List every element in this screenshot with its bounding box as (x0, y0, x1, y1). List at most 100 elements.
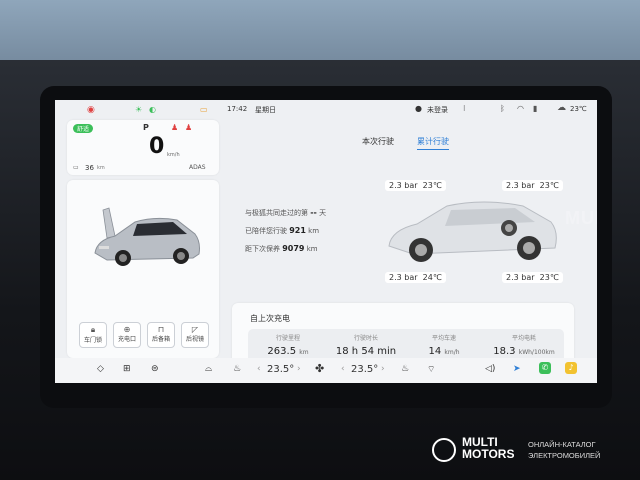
status-bar: ◉ ☀ ◐ ▭ 17:42 星期日 ● 未登录 ⁝ ᛒ ◠ ▮ ☁ 23℃ (55, 100, 597, 120)
temp-right-down-icon[interactable]: ‹ (341, 364, 345, 374)
volume-icon[interactable]: ◁) (485, 364, 495, 374)
seat-heat-left-icon[interactable]: ♨ (233, 364, 241, 374)
tire-front-right-pressure: 2.3 bar (389, 273, 418, 282)
tire-front-right-temp: 24℃ (422, 273, 442, 282)
brand-caption-text: ОНЛАЙН-КАТАЛОГ ЭЛЕКТРОМОБИЛЕЙ (528, 439, 600, 461)
tire-front-right: 2.3 bar 24℃ (385, 272, 446, 283)
tire-rear-right-temp: 23℃ (539, 273, 559, 282)
stat-avg-speed-unit: km/h (444, 349, 460, 356)
temp-left-up-icon[interactable]: › (297, 364, 301, 374)
passenger-seatbelt-icon: ♟ (185, 123, 193, 132)
brand-name-line2: MOTORS (462, 447, 515, 461)
drive-mode-badge[interactable]: 舒适 (73, 124, 94, 133)
charge-port-label: 充电口 (117, 336, 136, 343)
companion-maintenance-row: 距下次保养 9079 km (245, 240, 326, 258)
stat-distance-label: 行驶里程 (275, 335, 300, 342)
brand-logo-icon (432, 438, 456, 462)
seat-heat-right-icon[interactable]: ♨ (401, 364, 409, 374)
trunk-icon: ⊓ (157, 325, 165, 334)
companion-days-row: 与极狐共同走过的第 -- 天 (245, 204, 326, 222)
outside-temperature: 23℃ (570, 105, 587, 113)
tire-rear-right: 2.3 bar 23℃ (502, 272, 563, 283)
tab-cumulative[interactable]: 累计行驶 (417, 136, 449, 150)
stat-duration-value: 18 h 54 min (335, 346, 397, 357)
defrost-icon[interactable]: ⌓ (205, 364, 212, 374)
speed-unit: km/h (167, 152, 180, 158)
maintenance-value: 9079 (282, 244, 305, 253)
temp-left-value: 23.5° (267, 364, 295, 375)
maintenance-label: 距下次保养 (245, 245, 280, 253)
user-icon[interactable]: ● (415, 104, 422, 113)
brand-caption: MULTI MOTORS ОНЛАЙН-КАТАЛОГ ЭЛЕКТРОМОБИЛ… (432, 436, 632, 468)
parking-light-icon: ◐ (149, 105, 156, 114)
caption-line1: ОНЛАЙН-КАТАЛОГ (528, 440, 596, 449)
charge-port-button[interactable]: ⊕ 充电口 (113, 322, 141, 348)
tire-front-left-temp: 23℃ (422, 181, 442, 190)
tire-rear-left-temp: 23℃ (539, 181, 559, 190)
bluetooth-icon: ᛒ (500, 104, 505, 113)
brand-name: MULTI MOTORS (462, 436, 514, 460)
speed-card: 舒适 P ♟ ♟ 0 km/h ▭ 36 km ADAS (67, 120, 219, 175)
range-value: 36 (85, 164, 94, 172)
days-value: -- (310, 208, 317, 217)
temp-right-value: 23.5° (351, 364, 379, 375)
tire-front-left-pressure: 2.3 bar (389, 181, 418, 190)
trunk-button[interactable]: ⊓ 后备箱 (147, 322, 175, 348)
location-icon[interactable]: ➤ (513, 364, 521, 374)
lock-icon: 🔒︎ (90, 325, 96, 334)
stat-avg-speed-label: 平均车速 (431, 335, 456, 342)
rear-defrost-icon[interactable]: ⌔ (427, 364, 435, 375)
wifi-icon: ◠ (517, 104, 524, 113)
gear-indicator: P (143, 123, 149, 132)
weekday: 星期日 (255, 106, 276, 114)
seatbelt-warning-icon: ♟ (171, 123, 179, 132)
infotainment-screen: ◉ ☀ ◐ ▭ 17:42 星期日 ● 未登录 ⁝ ᛒ ◠ ▮ ☁ 23℃ 舒适… (55, 100, 597, 383)
stat-distance: 行驶里程 263.5 km (248, 333, 328, 357)
tab-current-trip[interactable]: 本次行驶 (362, 136, 394, 147)
tire-front-left: 2.3 bar 23℃ (385, 180, 446, 191)
adas-label: ADAS (189, 164, 206, 171)
cloud-icon: ☁ (557, 103, 566, 113)
stat-avg-consumption-label: 平均电耗 (511, 335, 536, 342)
stat-avg-speed-value: 14 (428, 346, 442, 357)
phone-icon[interactable]: ✆ (539, 362, 551, 374)
battery-icon: ▭ (73, 164, 79, 171)
days-label: 与极狐共同走过的第 (245, 209, 308, 217)
watermark-right-line1: MULTI (565, 208, 597, 228)
fan-icon[interactable]: ✤ (315, 362, 324, 375)
car-settings-icon[interactable]: ⊜ (151, 364, 159, 374)
stat-avg-speed: 平均车速 14 km/h (404, 333, 484, 357)
distance-label: 已陪伴您行驶 (245, 227, 287, 235)
car-image (94, 207, 200, 266)
caption-line2: ЭЛЕКТРОМОБИЛЕЙ (528, 451, 601, 460)
companion-info: 与极狐共同走过的第 -- 天 已陪伴您行驶 921 km 距下次保养 9079 … (245, 204, 326, 258)
stat-distance-unit: km (299, 349, 309, 356)
trunk-label: 后备箱 (151, 336, 170, 343)
bottom-dock: ◇ ⊞ ⊜ ⌓ ♨ ‹ 23.5° › ✤ ‹ 23.5° › ♨ ⌔ ◁) ➤… (55, 358, 597, 383)
maintenance-unit: km (306, 245, 318, 253)
menu-icon[interactable]: ⁝ (463, 104, 466, 113)
tire-rear-left-pressure: 2.3 bar (506, 181, 535, 190)
days-suffix: 天 (319, 209, 327, 217)
since-last-charge-title: 自上次充电 (250, 314, 290, 323)
login-status[interactable]: 未登录 (427, 105, 448, 115)
stat-duration: 行驶时长 18 h 54 min (326, 333, 406, 357)
apps-grid-icon[interactable]: ⊞ (123, 364, 131, 374)
navigation-icon[interactable]: ◇ (97, 364, 104, 374)
watermark-right: MULTI (565, 208, 597, 229)
door-lock-button[interactable]: 🔒︎ 车门锁 (79, 322, 107, 348)
battery-status-icon: ▭ (200, 105, 208, 114)
temp-left-down-icon[interactable]: ‹ (257, 364, 261, 374)
temp-right-up-icon[interactable]: › (381, 364, 385, 374)
stat-duration-label: 行驶时长 (353, 335, 378, 342)
companion-distance-row: 已陪伴您行驶 921 km (245, 222, 326, 240)
music-app-icon[interactable]: ♪ (565, 362, 577, 374)
stat-avg-consumption: 平均电耗 18.3 kWh/100km (484, 333, 564, 357)
distance-value: 921 (289, 226, 306, 235)
mirror-label: 后视镜 (185, 336, 204, 343)
stat-distance-value: 263.5 (267, 346, 297, 357)
warning-light-icon: ◉ (87, 105, 95, 115)
signal-icon: ▮ (533, 104, 538, 113)
mirror-icon: ◸ (191, 325, 199, 334)
mirror-button[interactable]: ◸ 后视镜 (181, 322, 209, 348)
